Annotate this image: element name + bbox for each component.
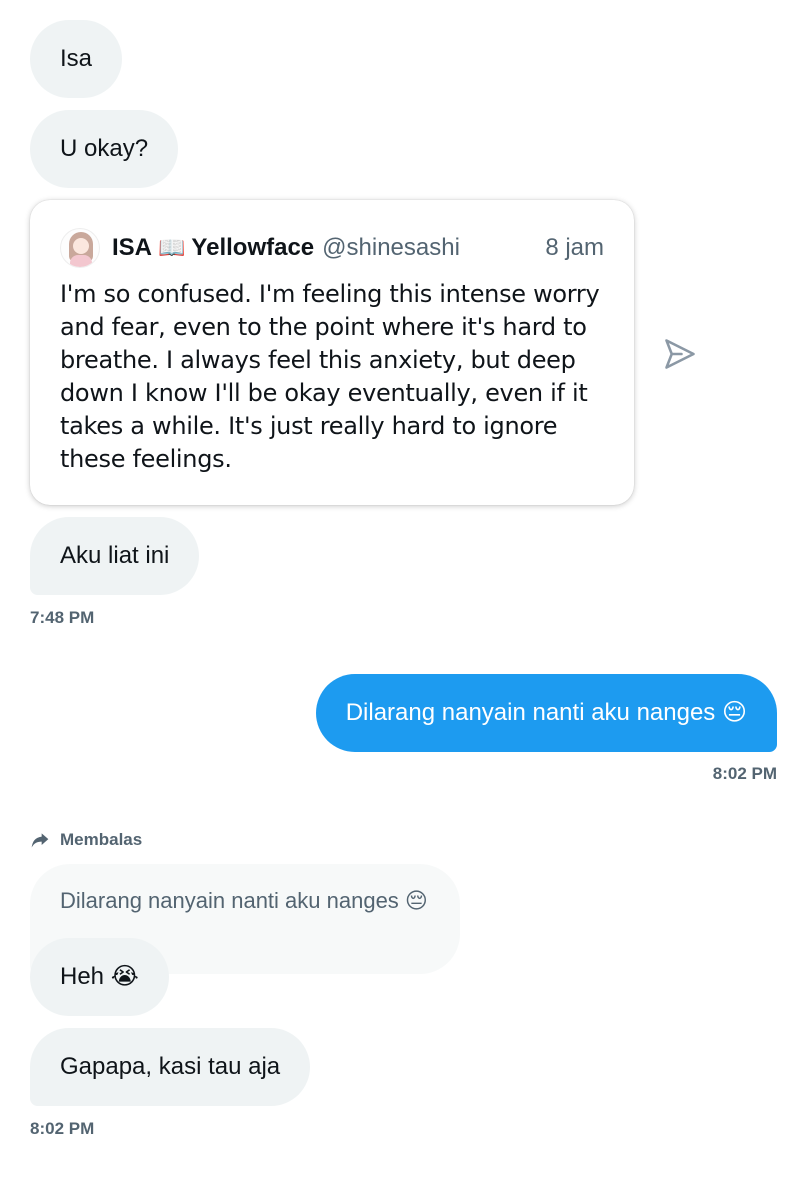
author-name-suffix: Yellowface xyxy=(191,234,315,261)
share-icon[interactable] xyxy=(662,336,698,372)
quoted-tweet-time: 8 jam xyxy=(545,234,604,261)
reply-context-label: Membalas xyxy=(30,830,142,850)
message-bubble-isa[interactable]: Isa xyxy=(30,20,123,98)
avatar[interactable] xyxy=(60,228,100,268)
author-name-text: ISA xyxy=(112,234,153,261)
replied-message-text: Dilarang nanyain nanti aku nanges 😔 xyxy=(60,888,428,913)
quoted-tweet-text: I'm so confused. I'm feeling this intens… xyxy=(60,280,600,473)
message-text: Isa xyxy=(60,45,93,72)
quoted-author-handle: @shinesashi xyxy=(322,234,460,261)
message-bubble-heh[interactable]: Heh 😭 xyxy=(30,938,169,1016)
quoted-tweet-card[interactable]: ISA 📖 Yellowface @shinesashi 8 jam I'm so … xyxy=(30,200,634,505)
message-text: Heh 😭 xyxy=(60,963,139,990)
message-text: Gapapa, kasi tau aja xyxy=(60,1053,281,1080)
message-bubble-u-okay[interactable]: U okay? xyxy=(30,110,179,188)
quoted-tweet-header: ISA 📖 Yellowface @shinesashi 8 jam xyxy=(60,228,604,268)
message-bubble-gapapa[interactable]: Gapapa, kasi tau aja xyxy=(30,1028,311,1106)
dm-conversation: Isa U okay? ISA 📖 Yellowface @shinesashi 8… xyxy=(0,0,807,1200)
message-timestamp: 8:02 PM xyxy=(30,1119,95,1138)
quoted-author-name[interactable]: ISA 📖 Yellowface xyxy=(112,234,314,262)
message-text: Aku liat ini xyxy=(60,542,170,569)
book-icon: 📖 xyxy=(158,235,186,260)
message-bubble-aku-liat-ini[interactable]: Aku liat ini xyxy=(30,517,200,595)
message-bubble-outgoing[interactable]: Dilarang nanyain nanti aku nanges 😔 xyxy=(315,674,777,752)
message-timestamp: 7:48 PM xyxy=(30,608,95,627)
reply-label-text: Membalas xyxy=(60,830,143,849)
message-text: U okay? xyxy=(60,135,149,162)
message-text: Dilarang nanyain nanti aku nanges 😔 xyxy=(345,699,747,726)
message-timestamp: 8:02 PM xyxy=(712,764,777,783)
reply-arrow-icon xyxy=(31,833,49,848)
